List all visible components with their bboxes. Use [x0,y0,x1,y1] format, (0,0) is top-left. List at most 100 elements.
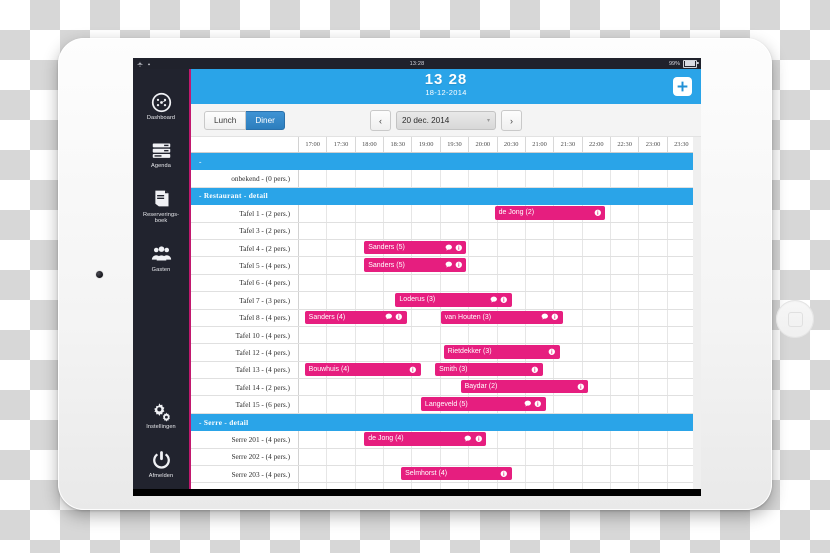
time-slot[interactable] [668,483,697,489]
time-slot[interactable] [526,257,555,274]
time-slot[interactable] [327,187,356,205]
row-slots[interactable] [299,187,697,205]
time-slot[interactable] [469,153,498,170]
time-slot[interactable] [583,153,611,170]
time-slot[interactable] [299,413,328,431]
time-slot[interactable] [412,379,441,396]
time-slot[interactable] [356,396,385,413]
time-slot[interactable] [583,274,611,292]
time-slot[interactable] [639,292,668,309]
info-icon[interactable] [534,400,542,408]
time-slot[interactable] [384,170,413,187]
time-slot[interactable] [498,483,526,489]
time-slot[interactable] [554,153,583,170]
time-slot[interactable] [611,361,640,379]
time-slot[interactable] [498,170,526,187]
row-slots[interactable] [299,326,697,344]
time-slot[interactable] [469,326,498,344]
vertical-scrollbar[interactable] [693,137,701,489]
time-slot[interactable] [299,257,328,274]
time-slot[interactable] [498,274,526,292]
time-slot[interactable] [327,431,356,448]
time-slot[interactable] [412,326,441,344]
time-slot[interactable] [554,326,583,344]
time-slot[interactable] [668,257,697,274]
time-slot[interactable] [384,396,413,413]
time-slot[interactable] [639,274,668,292]
time-slot[interactable] [412,153,441,170]
time-slot[interactable] [583,431,611,448]
time-slot[interactable] [526,466,555,483]
time-slot[interactable] [583,326,611,344]
time-slot[interactable] [611,222,640,239]
row-slots[interactable] [299,153,697,170]
time-slot[interactable] [668,344,697,361]
time-slot[interactable] [498,257,526,274]
time-slot[interactable] [668,187,697,205]
time-slot[interactable] [554,274,583,292]
time-slot[interactable] [639,344,668,361]
time-slot[interactable] [611,239,640,257]
info-icon[interactable] [577,383,585,391]
time-slot[interactable] [583,396,611,413]
info-icon[interactable] [500,296,508,304]
chat-icon[interactable] [445,244,453,252]
time-slot[interactable] [583,448,611,466]
time-slot[interactable] [299,431,328,448]
time-slot[interactable] [469,448,498,466]
time-slot[interactable] [299,483,328,489]
reservation-block[interactable]: Sanders (5) [364,258,467,272]
time-slot[interactable] [526,170,555,187]
chat-icon[interactable] [524,400,532,408]
row-slots[interactable]: Rietdekker (3) [299,344,697,361]
time-slot[interactable] [441,413,470,431]
chat-icon[interactable] [445,261,453,269]
time-slot[interactable] [356,153,385,170]
prev-day-button[interactable]: ‹ [370,110,391,131]
time-slot[interactable] [639,205,668,222]
date-select[interactable]: 20 dec. 2014 ▾ [396,111,496,130]
time-slot[interactable] [441,483,470,489]
time-slot[interactable] [384,274,413,292]
time-slot[interactable] [583,239,611,257]
time-slot[interactable] [384,448,413,466]
time-slot[interactable] [412,170,441,187]
time-slot[interactable] [498,448,526,466]
time-slot[interactable] [526,187,555,205]
time-slot[interactable] [299,396,328,413]
time-slot[interactable] [639,257,668,274]
time-slot[interactable] [639,448,668,466]
time-slot[interactable] [554,413,583,431]
chat-icon[interactable] [464,435,472,443]
time-slot[interactable] [384,205,413,222]
time-slot[interactable] [299,239,328,257]
row-slots[interactable]: de Jong (4) [299,431,697,448]
time-slot[interactable] [611,170,640,187]
reservation-block[interactable]: Selmhorst (4) [401,467,512,481]
time-slot[interactable] [441,222,470,239]
time-slot[interactable] [356,344,385,361]
time-slot[interactable] [356,413,385,431]
time-slot[interactable] [327,274,356,292]
time-slot[interactable] [611,483,640,489]
time-slot[interactable] [327,222,356,239]
time-slot[interactable] [412,309,441,326]
time-slot[interactable] [583,361,611,379]
time-slot[interactable] [299,222,328,239]
time-slot[interactable] [384,153,413,170]
time-slot[interactable] [327,239,356,257]
time-slot[interactable] [412,413,441,431]
time-slot[interactable] [611,326,640,344]
info-icon[interactable] [475,435,483,443]
time-slot[interactable] [554,466,583,483]
time-slot[interactable] [668,153,697,170]
sidebar-item-agenda[interactable]: Agenda [133,139,189,169]
time-slot[interactable] [498,431,526,448]
time-slot[interactable] [668,292,697,309]
time-slot[interactable] [498,187,526,205]
time-slot[interactable] [299,292,328,309]
time-slot[interactable] [327,257,356,274]
time-slot[interactable] [498,326,526,344]
time-slot[interactable] [554,483,583,489]
time-slot[interactable] [526,448,555,466]
